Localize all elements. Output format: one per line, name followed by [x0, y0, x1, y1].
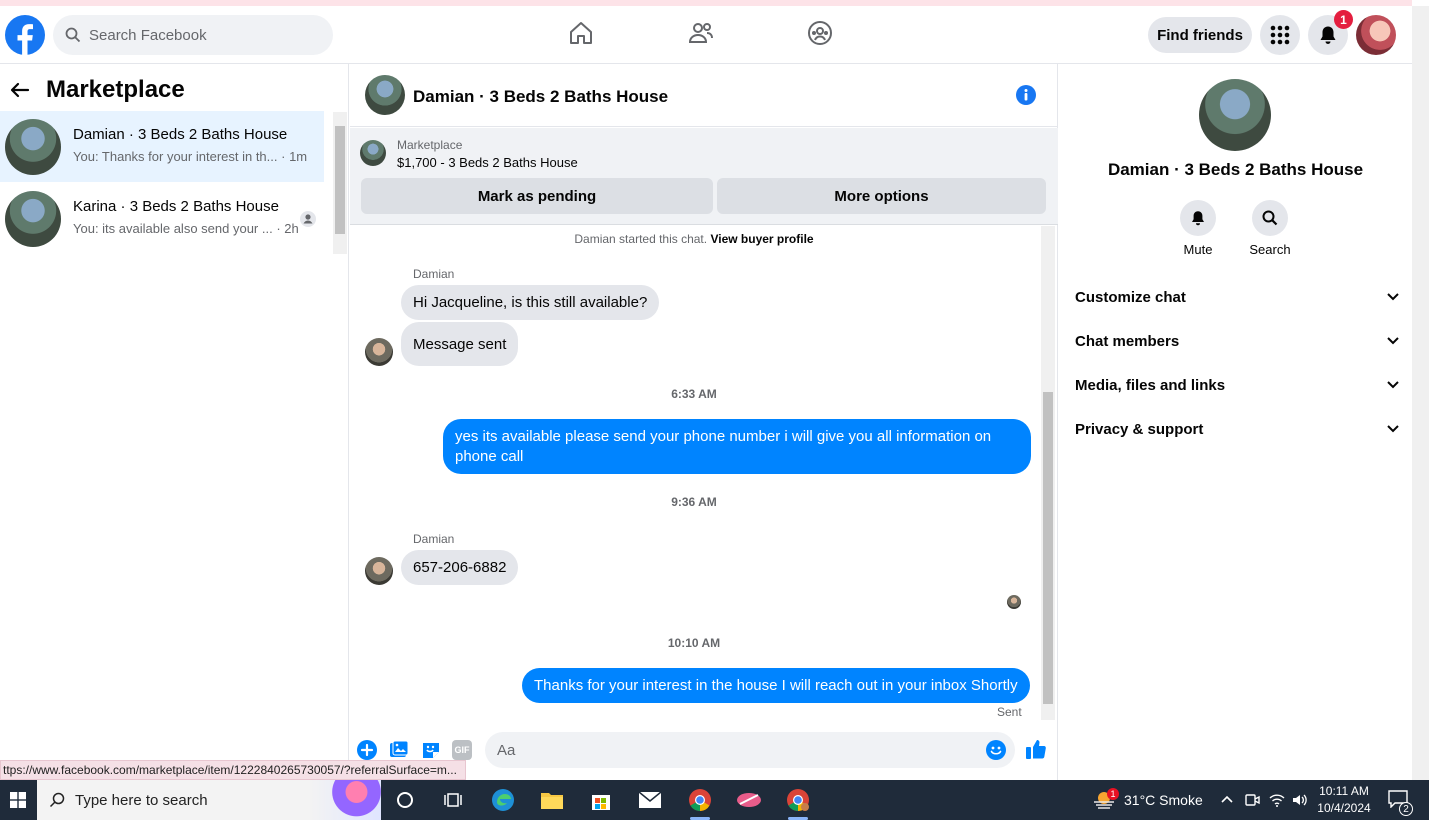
listing-avatar-large[interactable] — [1199, 79, 1271, 151]
task-view-icon[interactable] — [433, 784, 473, 816]
windows-start-icon[interactable] — [0, 780, 36, 820]
sender-avatar[interactable] — [365, 557, 393, 585]
chevron-down-icon — [1387, 337, 1399, 345]
listing-avatar — [5, 119, 61, 175]
chevron-up-icon[interactable] — [1220, 792, 1234, 806]
link-status-bar: ttps://www.facebook.com/marketplace/item… — [0, 760, 466, 780]
more-options-button[interactable]: More options — [717, 178, 1046, 214]
timestamp: 9:36 AM — [671, 495, 717, 509]
bell-icon — [1192, 211, 1204, 226]
chat-start-notice: Damian started this chat. View buyer pro… — [574, 232, 814, 246]
chat-pane: Damian · 3 Beds 2 Baths House Marketplac… — [350, 64, 1058, 780]
conversation-preview: You: Thanks for your interest in th... ·… — [73, 149, 308, 164]
back-arrow-icon[interactable] — [10, 82, 30, 98]
chat-details-pane: Damian · 3 Beds 2 Baths House Mute Searc… — [1059, 64, 1412, 780]
top-navigation-bar: Search Facebook Find friends 1 — [0, 0, 1412, 64]
notification-badge: 1 — [1334, 10, 1353, 29]
search-icon — [65, 27, 81, 43]
page-title: Marketplace — [46, 76, 185, 103]
seen-indicator-avatar — [1007, 595, 1021, 609]
chat-members-section[interactable]: Chat members — [1075, 327, 1399, 355]
conversation-list-scrollbar[interactable] — [333, 112, 347, 254]
add-plus-icon[interactable] — [357, 740, 377, 760]
emoji-icon[interactable] — [986, 740, 1006, 760]
customize-chat-section[interactable]: Customize chat — [1075, 283, 1399, 311]
groups-icon[interactable] — [807, 20, 833, 46]
mark-as-pending-button[interactable]: Mark as pending — [361, 178, 713, 214]
view-buyer-profile-link[interactable]: View buyer profile — [710, 232, 813, 246]
conversation-item[interactable]: Damian · 3 Beds 2 Baths House You: Thank… — [0, 111, 324, 182]
listing-label: Marketplace — [397, 138, 463, 152]
photo-icon[interactable] — [389, 740, 409, 760]
gif-icon[interactable]: GIF — [452, 740, 472, 760]
taskbar-search-input[interactable]: Type here to search — [37, 780, 381, 820]
timestamp: 6:33 AM — [671, 387, 717, 401]
sticker-icon[interactable] — [421, 740, 441, 760]
chat-title[interactable]: Damian · 3 Beds 2 Baths House — [413, 87, 668, 107]
incoming-message[interactable]: 657-206-6882 — [401, 550, 519, 585]
chevron-down-icon — [1387, 293, 1399, 301]
sender-avatar[interactable] — [365, 338, 393, 366]
conversation-name: Damian · 3 Beds 2 Baths House — [73, 126, 288, 143]
action-center-badge: 2 — [1399, 802, 1413, 816]
windows-taskbar: Type here to search 31°C Smoke 1 10:11 A… — [0, 780, 1429, 820]
person-icon — [300, 211, 316, 227]
weather-alert-badge: 1 — [1107, 788, 1119, 800]
privacy-support-section[interactable]: Privacy & support — [1075, 415, 1399, 443]
chat-details-name: Damian · 3 Beds 2 Baths House — [1107, 160, 1364, 179]
weather-widget[interactable]: 31°C Smoke — [1092, 780, 1203, 820]
cortana-icon[interactable] — [385, 784, 425, 816]
message-input[interactable] — [485, 732, 1015, 768]
meet-now-icon[interactable] — [1244, 792, 1260, 808]
conversation-preview: You: its available also send your ... · … — [73, 221, 299, 236]
sender-name: Damian — [413, 532, 455, 546]
outgoing-message[interactable]: yes its available please send your phone… — [443, 419, 1031, 474]
outgoing-message[interactable]: Thanks for your interest in the house I … — [522, 668, 1030, 703]
taskbar-clock[interactable]: 10:11 AM 10/4/2024 — [1312, 783, 1376, 817]
microsoft-store-icon[interactable] — [581, 784, 621, 816]
search-icon — [1262, 210, 1278, 226]
search-in-chat-button[interactable]: Search — [1240, 200, 1300, 257]
chevron-down-icon — [1387, 381, 1399, 389]
wifi-icon[interactable] — [1269, 792, 1285, 808]
timestamp: 10:10 AM — [667, 636, 721, 650]
conversation-name: Karina · 3 Beds 2 Baths House — [73, 198, 279, 215]
friends-icon[interactable] — [688, 20, 714, 46]
listing-thumbnail[interactable] — [360, 140, 386, 166]
volume-icon[interactable] — [1292, 792, 1308, 808]
chrome-browser-icon[interactable] — [680, 784, 720, 820]
menu-grid-icon[interactable] — [1260, 15, 1300, 55]
find-friends-button[interactable]: Find friends — [1148, 17, 1252, 53]
search-icon — [49, 792, 65, 808]
search-placeholder: Search Facebook — [89, 26, 207, 44]
info-icon[interactable] — [1015, 84, 1037, 106]
listing-price[interactable]: $1,700 - 3 Beds 2 Baths House — [397, 155, 578, 170]
mail-icon[interactable] — [630, 784, 670, 816]
message-status: Sent — [997, 705, 1022, 719]
media-files-links-section[interactable]: Media, files and links — [1075, 371, 1399, 399]
conversation-item[interactable]: Karina · 3 Beds 2 Baths House You: its a… — [0, 183, 324, 254]
marketplace-inbox-pane: Marketplace Damian · 3 Beds 2 Baths Hous… — [0, 64, 349, 780]
snipping-tool-icon[interactable] — [729, 784, 769, 816]
chat-scrollbar[interactable] — [1041, 226, 1055, 720]
incoming-message[interactable]: Message sent — [401, 322, 519, 366]
chrome-profile-icon[interactable] — [778, 784, 818, 820]
facebook-search-input[interactable]: Search Facebook — [53, 15, 333, 55]
page-scrollbar[interactable] — [1412, 6, 1429, 780]
edge-browser-icon[interactable] — [483, 784, 523, 816]
incoming-message[interactable]: Hi Jacqueline, is this still available? — [401, 285, 660, 320]
sender-name: Damian — [413, 267, 455, 281]
facebook-logo-icon[interactable] — [5, 15, 45, 55]
like-thumbs-up-icon[interactable] — [1025, 738, 1047, 760]
chat-avatar[interactable] — [365, 75, 405, 115]
chat-header: Damian · 3 Beds 2 Baths House — [350, 64, 1058, 127]
listing-bar: Marketplace $1,700 - 3 Beds 2 Baths Hous… — [350, 128, 1058, 225]
mute-button[interactable]: Mute — [1168, 200, 1228, 257]
listing-avatar — [5, 191, 61, 247]
search-highlight-art — [311, 780, 381, 820]
profile-avatar[interactable] — [1356, 15, 1396, 55]
chevron-down-icon — [1387, 425, 1399, 433]
file-explorer-icon[interactable] — [532, 784, 572, 816]
home-icon[interactable] — [568, 20, 594, 46]
